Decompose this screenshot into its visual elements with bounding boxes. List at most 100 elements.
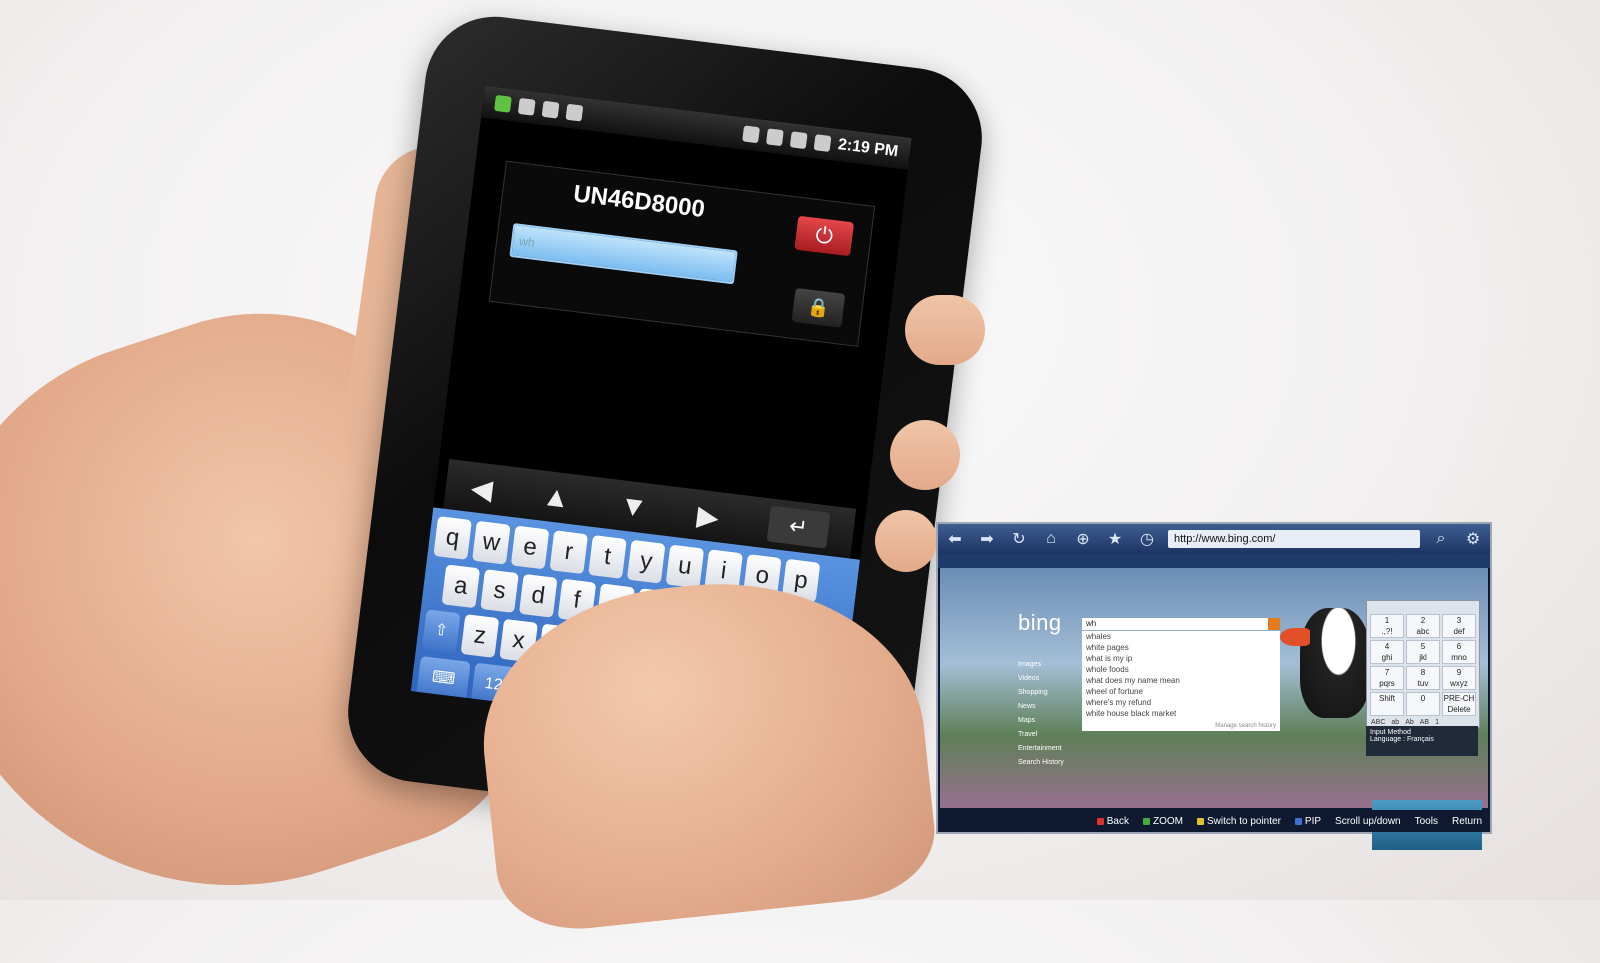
bluetooth-icon xyxy=(741,125,760,144)
numpad-key[interactable]: 2 abc xyxy=(1406,614,1440,638)
suggestion-item[interactable]: white house black market xyxy=(1082,708,1280,719)
numpad-key[interactable]: 6 mno xyxy=(1442,640,1476,664)
lock-button[interactable]: 🔒 xyxy=(791,287,846,328)
numpad-key[interactable]: 3 def xyxy=(1442,614,1476,638)
key[interactable]: w xyxy=(472,520,511,565)
nav-item[interactable]: Videos xyxy=(1018,672,1064,686)
finger xyxy=(890,420,960,490)
arrow-up-button[interactable]: ▲ xyxy=(541,480,572,515)
mode-item[interactable]: ab xyxy=(1391,719,1399,726)
suggestion-item[interactable]: where's my refund xyxy=(1082,697,1280,708)
numpad-header xyxy=(1367,601,1479,611)
bing-search-input[interactable]: wh xyxy=(1082,618,1280,630)
search-query: wh xyxy=(1086,619,1097,628)
key[interactable]: q xyxy=(433,516,472,560)
suggestion-item[interactable]: what does my name mean xyxy=(1082,675,1280,686)
nav-item[interactable]: Travel xyxy=(1018,728,1064,742)
keyboard-settings-key[interactable]: ⌨ xyxy=(416,655,471,702)
hint-zoom: ZOOM xyxy=(1142,816,1183,827)
suggestion-list: whales white pages what is my ip whole f… xyxy=(1082,631,1280,731)
sub-links-bar xyxy=(938,554,1490,568)
enter-button[interactable]: ↵ xyxy=(766,505,831,549)
lock-icon: 🔒 xyxy=(806,296,831,320)
power-button[interactable]: ⏻ xyxy=(794,215,855,257)
power-icon: ⏻ xyxy=(814,222,835,249)
battery-icon xyxy=(813,134,831,152)
forward-icon[interactable]: ➡ xyxy=(976,529,998,549)
nav-item[interactable]: News xyxy=(1018,700,1064,714)
hint-switch-pointer: Switch to pointer xyxy=(1196,816,1281,827)
nav-item[interactable]: Search History xyxy=(1018,756,1064,770)
key[interactable]: t xyxy=(588,535,627,579)
suggestion-item[interactable]: whole foods xyxy=(1082,664,1280,675)
bing-nav: Images Videos Shopping News Maps Travel … xyxy=(1018,658,1064,770)
remote-hints-bar: Back ZOOM Switch to pointer PIP Scroll u… xyxy=(938,810,1490,832)
input-method-menu: Input Method Language : Français xyxy=(1366,726,1478,756)
suggestion-item[interactable]: wheel of fortune xyxy=(1082,686,1280,697)
input-method-item[interactable]: Input Method xyxy=(1370,729,1474,736)
numpad-key[interactable]: 4 ghi xyxy=(1370,640,1404,664)
numpad-key[interactable]: 0 xyxy=(1406,692,1440,716)
tv-browser-inset: ⬅ ➡ ↻ ⌂ ⊕ ★ ◷ http://www.bing.com/ ⌕ ⚙ b… xyxy=(936,522,1492,850)
puffin-image xyxy=(1280,608,1370,718)
numpad-key[interactable]: 1 .,?! xyxy=(1370,614,1404,638)
clock: 2:19 PM xyxy=(836,136,900,161)
wifi-icon xyxy=(765,128,784,147)
search-icon[interactable]: ⌕ xyxy=(1430,530,1452,548)
mode-item[interactable]: AB xyxy=(1420,719,1429,726)
search-go-icon[interactable] xyxy=(1268,618,1280,630)
key[interactable]: d xyxy=(518,573,558,618)
mode-item[interactable]: ABC xyxy=(1371,719,1385,726)
shift-key[interactable]: ⇧ xyxy=(421,609,461,654)
arrow-down-button[interactable]: ▼ xyxy=(618,489,649,524)
mode-item[interactable]: 1 xyxy=(1435,719,1439,726)
numpad-key[interactable]: PRE-CH Delete xyxy=(1442,692,1476,716)
status-bar: 2:19 PM xyxy=(481,85,912,170)
key[interactable]: z xyxy=(460,614,500,658)
numpad-key[interactable]: 5 jkl xyxy=(1406,640,1440,664)
zoom-icon[interactable]: ⊕ xyxy=(1072,529,1094,549)
numpad-key[interactable]: 8 tuv xyxy=(1406,666,1440,690)
key[interactable]: e xyxy=(510,525,550,570)
nav-item[interactable]: Maps xyxy=(1018,714,1064,728)
numpad-key[interactable]: Shift xyxy=(1370,692,1404,716)
sd-card-icon xyxy=(517,97,536,116)
settings-icon[interactable]: ⚙ xyxy=(1462,529,1484,549)
key[interactable]: u xyxy=(665,544,705,589)
history-icon[interactable]: ◷ xyxy=(1136,529,1158,549)
browser-toolbar: ⬅ ➡ ↻ ⌂ ⊕ ★ ◷ http://www.bing.com/ ⌕ ⚙ xyxy=(938,524,1490,554)
arrow-left-button[interactable]: ◀ xyxy=(469,470,494,505)
language-item[interactable]: Language : Français xyxy=(1370,736,1474,743)
key[interactable]: a xyxy=(441,564,481,609)
key[interactable]: y xyxy=(626,539,666,584)
hint-pip: PIP xyxy=(1294,816,1321,827)
finger xyxy=(905,295,985,365)
mode-item[interactable]: Ab xyxy=(1405,719,1414,726)
suggestion-item[interactable]: whales xyxy=(1082,631,1280,642)
star-icon[interactable]: ★ xyxy=(1104,529,1126,549)
arrow-right-button[interactable]: ▶ xyxy=(695,498,720,533)
notification-icon xyxy=(494,94,512,113)
refresh-icon[interactable]: ↻ xyxy=(1008,529,1030,549)
mail-icon xyxy=(565,103,584,122)
key[interactable]: r xyxy=(549,530,589,575)
remote-text-input[interactable]: wh xyxy=(509,223,738,285)
manage-history-link[interactable]: Manage search history xyxy=(1215,723,1276,729)
input-modes: ABC ab Ab AB 1 xyxy=(1367,719,1479,726)
finger xyxy=(875,510,937,572)
bing-logo: bing xyxy=(1018,610,1062,635)
nav-item[interactable]: Images xyxy=(1018,658,1064,672)
key[interactable]: s xyxy=(480,569,519,613)
numpad-key[interactable]: 9 wxyz xyxy=(1442,666,1476,690)
numpad-key[interactable]: 7 pqrs xyxy=(1370,666,1404,690)
suggestion-item[interactable]: white pages xyxy=(1082,642,1280,653)
url-bar[interactable]: http://www.bing.com/ xyxy=(1168,530,1420,548)
suggestion-item[interactable]: what is my ip xyxy=(1082,653,1280,664)
nav-item[interactable]: Shopping xyxy=(1018,686,1064,700)
back-icon[interactable]: ⬅ xyxy=(944,529,966,549)
nav-item[interactable]: Entertainment xyxy=(1018,742,1064,756)
download-icon xyxy=(541,100,560,119)
hint-scroll: Scroll up/down xyxy=(1335,815,1401,827)
home-icon[interactable]: ⌂ xyxy=(1040,530,1062,548)
airplane-icon xyxy=(789,131,808,150)
